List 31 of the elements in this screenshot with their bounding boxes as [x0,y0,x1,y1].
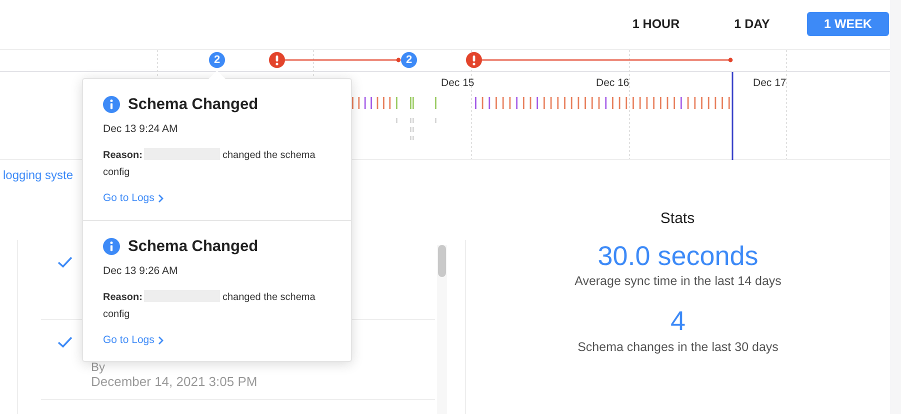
stat-value: 30.0 seconds [598,240,758,272]
chevron-right-icon [158,336,164,346]
go-to-logs-link[interactable]: Go to Logs [103,333,164,349]
popover-title: Schema Changed [128,237,258,257]
stat-caption: Schema changes in the last 30 days [578,338,778,356]
reason-text: Reason: changed the schema config [103,148,316,180]
reason-text: Reason: changed the schema config [103,290,316,322]
popover-title: Schema Changed [128,95,258,115]
time-range-tab[interactable]: 1 HOUR [615,12,697,36]
time-range-tab[interactable]: 1 DAY [711,12,793,36]
event-count-badge[interactable]: 2 [401,52,417,68]
info-icon [103,238,120,256]
stat-value: 4 [670,305,686,338]
time-range-tab[interactable]: 1 WEEK [807,12,889,36]
info-icon [103,96,120,114]
sync-date: December 14, 2021 3:05 PM [91,374,258,391]
chevron-right-icon [158,194,164,204]
date-label: Dec 16 [596,76,630,91]
date-label: Dec 17 [753,76,786,91]
alert-icon[interactable] [269,52,285,68]
stat-caption: Average sync time in the last 14 days [574,273,782,290]
go-to-logs-link[interactable]: Go to Logs [103,191,164,207]
stats-title: Stats [659,209,696,229]
event-time: Dec 13 9:24 AM [103,122,179,138]
date-label: Dec 15 [441,76,474,91]
event-time: Dec 13 9:26 AM [103,264,179,280]
scrollbar[interactable] [437,245,447,414]
logs-link[interactable]: logging syste [0,166,74,184]
byline: By [91,359,106,376]
alert-icon[interactable] [466,52,482,68]
event-count-badge[interactable]: 2 [209,52,225,68]
